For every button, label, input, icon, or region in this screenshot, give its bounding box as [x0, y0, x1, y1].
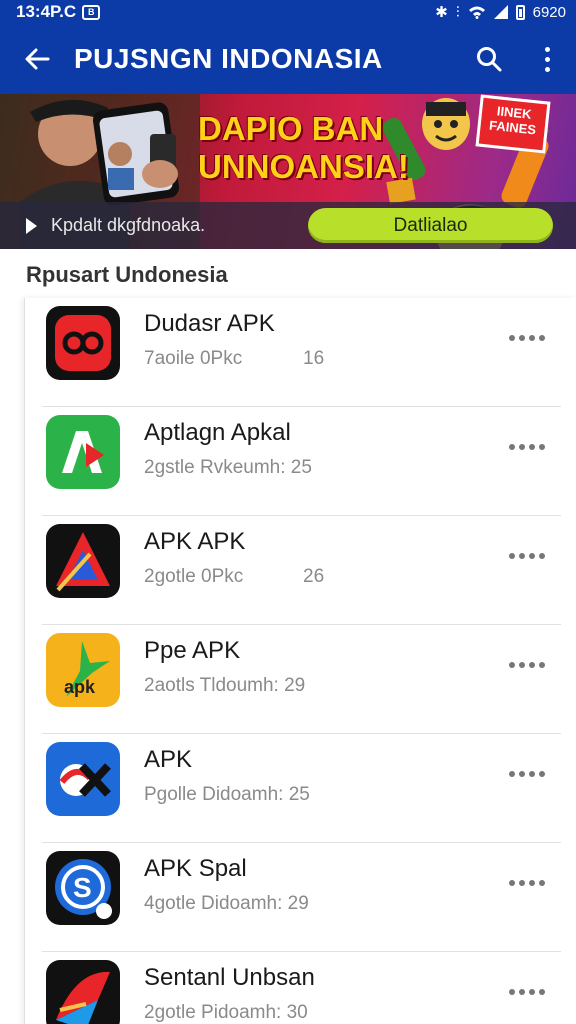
red-triangle-logo-icon	[46, 524, 120, 598]
app-name: APK Spal	[144, 855, 247, 882]
colorful-swoosh-icon	[46, 960, 120, 1024]
app-list-item[interactable]: Sentanl Unbsan 2gotle Pidoamh: 30	[25, 952, 576, 1024]
search-button[interactable]	[460, 24, 518, 94]
more-horizontal-icon[interactable]	[509, 764, 545, 784]
cellular-icon	[493, 5, 508, 19]
app-list: Dudasr APK 7aoile 0Pkc 16 Aptlagn Apkal 2gst…	[24, 298, 576, 1024]
app-meta: 2gotle 0Pkc	[144, 566, 244, 587]
red-eye-logo-icon	[46, 306, 120, 380]
signal-icon: ⫶	[455, 3, 460, 21]
app-meta: Pgolle Didoamh: 25	[144, 784, 310, 805]
app-meta: 2gotle Pidoamh: 30	[144, 1002, 308, 1023]
more-horizontal-icon[interactable]	[509, 655, 545, 675]
battery-text: 6920	[532, 3, 566, 21]
bluetooth-icon: ✱	[435, 4, 448, 21]
banner-caption: Kpdalt dkgfdnoaka.	[51, 215, 206, 235]
app-name: APK	[144, 746, 193, 773]
more-horizontal-icon[interactable]	[509, 546, 545, 566]
wifi-icon	[468, 6, 485, 19]
app-meta: 7aoile 0Pkc	[144, 348, 243, 369]
app-name: Ppe APK	[144, 637, 241, 664]
banner-headline: DAPIO BAN UNNOANSIA!	[198, 110, 409, 186]
app-count: 16	[303, 348, 325, 369]
page-title: PUJSNGN INDONASIA	[74, 43, 383, 74]
play-icon	[26, 217, 37, 234]
more-vertical-icon	[544, 46, 550, 72]
app-list-item[interactable]: APK APK 2gotle 0Pkc 26	[25, 516, 576, 625]
banner-headline-line2: UNNOANSIA!	[198, 148, 409, 185]
app-list-item[interactable]: Dudasr APK 7aoile 0Pkc 16	[25, 298, 576, 407]
svg-text:apk: apk	[64, 677, 96, 697]
banner-badge: IINEK FAINES	[475, 94, 551, 154]
app-name: Dudasr APK	[144, 310, 275, 337]
svg-text:S: S	[73, 872, 92, 903]
app-list-item[interactable]: S APK Spal 4gotle Didoamh: 29	[25, 843, 576, 952]
section-title: Rpusart Undonesia	[26, 262, 228, 287]
yellow-apk-icon: apk	[46, 633, 120, 707]
app-name: Sentanl Unbsan	[144, 964, 315, 991]
more-options-button[interactable]	[518, 24, 576, 94]
app-meta: 2aotls Tldoumh: 29	[144, 675, 306, 696]
more-horizontal-icon[interactable]	[509, 328, 545, 348]
app-name: Aptlagn Apkal	[144, 419, 291, 446]
banner-headline-line1: DAPIO BAN	[198, 110, 384, 147]
app-list-item[interactable]: apk Ppe APK 2aotls Tldoumh: 29	[25, 625, 576, 734]
promo-banner[interactable]: DAPIO BAN UNNOANSIA! IINEK FAINES Kpdalt…	[0, 94, 576, 249]
more-horizontal-icon[interactable]	[509, 437, 545, 457]
blue-x-logo-icon	[46, 742, 120, 816]
notification-badge-icon: B	[82, 4, 101, 20]
back-button[interactable]	[0, 24, 74, 94]
app-name: APK APK	[144, 528, 246, 555]
back-arrow-icon	[25, 48, 50, 70]
search-icon	[477, 47, 502, 72]
status-bar: 13:4P.C B ✱ ⫶ 6920	[0, 0, 576, 24]
download-button[interactable]: Datlialao	[308, 208, 553, 243]
blue-circle-s-icon: S	[46, 851, 120, 925]
app-meta: 2gstle Rvkeumh: 25	[144, 457, 312, 478]
app-bar: PUJSNGN INDONASIA	[0, 24, 576, 94]
more-horizontal-icon[interactable]	[509, 873, 545, 893]
green-letter-a-icon	[46, 415, 120, 489]
app-meta: 4gotle Didoamh: 29	[144, 893, 309, 914]
more-horizontal-icon[interactable]	[509, 982, 545, 1002]
battery-icon	[515, 4, 525, 20]
app-list-item[interactable]: APK Pgolle Didoamh: 25	[25, 734, 576, 843]
app-count: 26	[303, 566, 325, 587]
status-time: 13:4P.C	[16, 2, 77, 21]
app-list-item[interactable]: Aptlagn Apkal 2gstle Rvkeumh: 25	[25, 407, 576, 516]
